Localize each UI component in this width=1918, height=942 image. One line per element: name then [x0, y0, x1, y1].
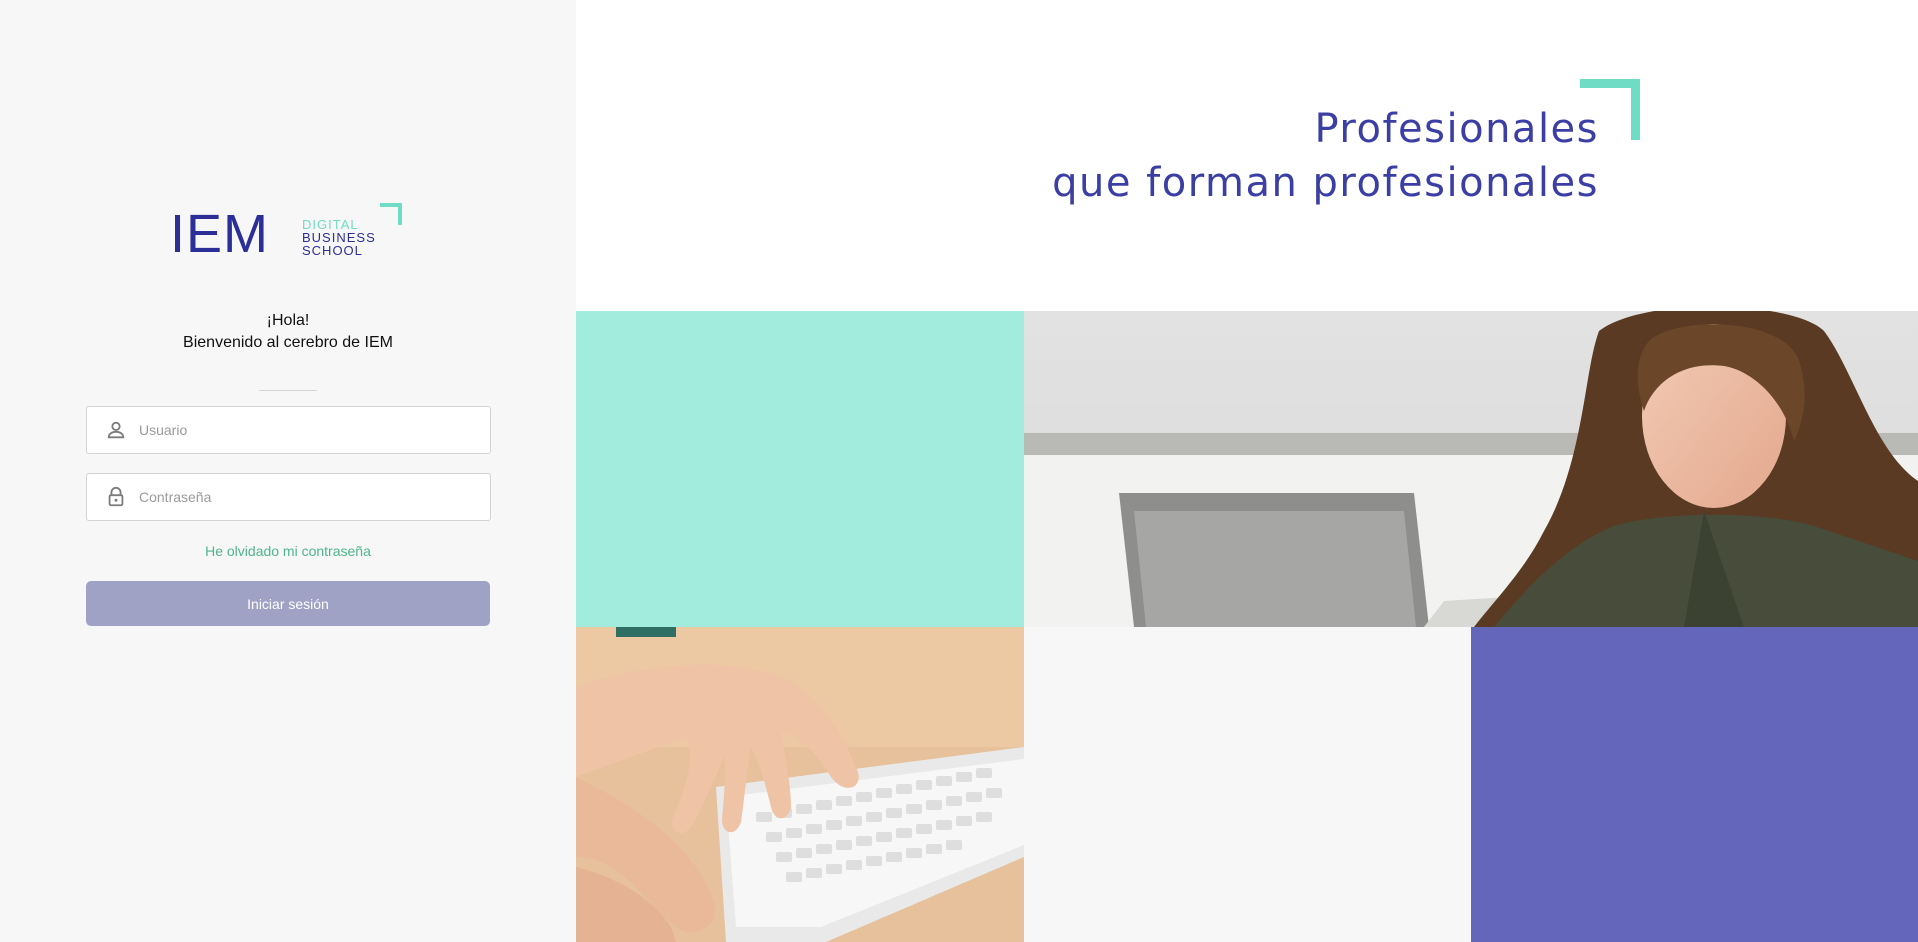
greeting: ¡Hola! [266, 312, 310, 329]
logo-subtitle: DIGITAL BUSINESS SCHOOL [302, 218, 376, 257]
divider [259, 390, 317, 391]
logo-corner-mark [380, 203, 402, 225]
lock-icon [105, 486, 127, 508]
keyboard-photo [576, 627, 1024, 942]
user-icon [105, 419, 127, 441]
hero-title-line2: que forman profesionales [1052, 160, 1599, 206]
forgot-password-link[interactable]: He olvidado mi contraseña [0, 543, 576, 559]
hero-corner-mark [1580, 79, 1640, 140]
login-panel: IEM DIGITAL BUSINESS SCHOOL ¡Hola! Bienv… [0, 0, 576, 942]
password-input[interactable] [139, 474, 479, 520]
hero-title-line1: Profesionales [1314, 106, 1599, 152]
logo-wordmark: IEM [170, 204, 270, 264]
login-button[interactable]: Iniciar sesión [86, 581, 490, 626]
grey-tile [1024, 627, 1471, 942]
woman-photo [1024, 311, 1918, 627]
logo-line-school: SCHOOL [302, 243, 363, 258]
mint-tile [576, 311, 1024, 627]
username-field[interactable] [86, 406, 491, 454]
purple-tile [1471, 627, 1918, 942]
password-field[interactable] [86, 473, 491, 521]
hero-panel: Profesionales que forman profesionales [576, 0, 1918, 942]
iem-logo: IEM DIGITAL BUSINESS SCHOOL [170, 203, 406, 264]
username-input[interactable] [139, 407, 479, 453]
welcome-message: Bienvenido al cerebro de IEM [183, 334, 393, 351]
